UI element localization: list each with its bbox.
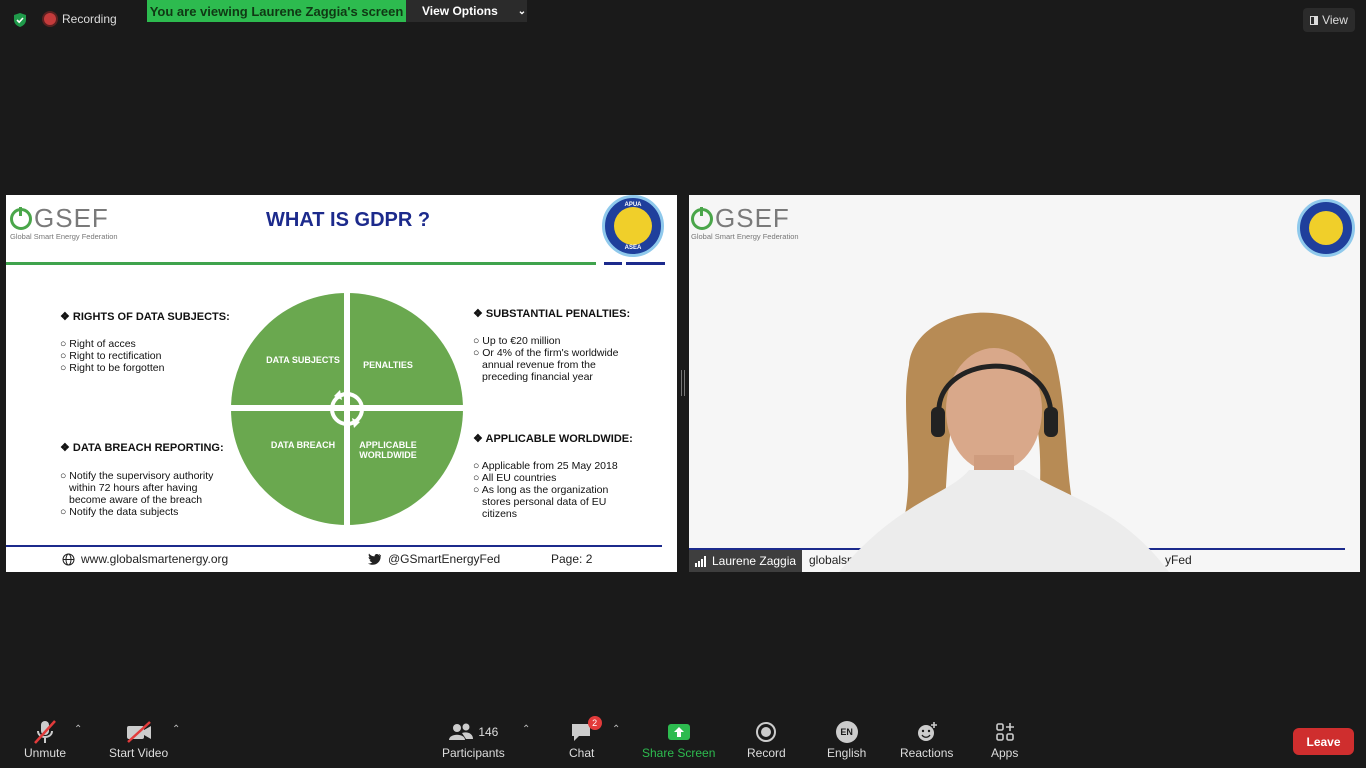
record-icon [756,722,777,742]
rights-heading: ❖ RIGHTS OF DATA SUBJECTS: [60,311,230,323]
share-screen-icon [667,724,690,740]
record-label: Record [747,746,786,760]
unmute-button[interactable]: Unmute [24,718,66,760]
participants-label: Participants [442,746,505,760]
split-resize-handle[interactable] [681,370,685,396]
smiley-plus-icon [917,722,937,741]
quadrant-data-breach: DATA BREACH [270,440,336,450]
view-button[interactable]: View [1303,8,1355,32]
chat-button[interactable]: 2 Chat [569,716,602,760]
gsef-logo: GSEF Global Smart Energy Federation [691,203,799,241]
chat-unread-badge: 2 [587,716,602,730]
footer-page-number: Page: 2 [551,552,593,566]
gdpr-circle-diagram: DATA SUBJECTS PENALTIES DATA BREACH APPL… [230,292,464,526]
footer-line [6,545,662,547]
title-underline-blue [604,262,622,265]
participant-video-tile[interactable]: GSEF Global Smart Energy Federation glob… [689,195,1360,572]
worldwide-list: ○ Applicable from 25 May 2018 ○ All EU c… [473,460,628,520]
list-item: ○ Right to be forgotten [60,362,165,374]
slide-title: WHAT IS GDPR ? [266,209,431,231]
penalties-heading: ❖ SUBSTANTIAL PENALTIES: [473,308,631,320]
power-icon [691,206,713,230]
language-globe-icon: EN [835,721,858,743]
gdpr-circle-graphic [230,292,464,526]
quadrant-penalties: PENALTIES [363,360,413,370]
list-item: ○ As long as the organization stores per… [473,484,609,520]
globe-icon [62,553,75,565]
security-shield-icon[interactable] [12,12,28,28]
start-video-label: Start Video [109,746,169,760]
layout-icon [1310,15,1319,25]
apps-button[interactable]: Apps [991,718,1018,760]
recording-indicator[interactable]: Recording [44,12,117,26]
worldwide-heading: ❖ APPLICABLE WORLDWIDE: [473,433,633,445]
apua-asea-badge [1297,199,1355,257]
chat-label: Chat [569,746,595,760]
gsef-logo: GSEF Global Smart Energy Federation [10,203,118,241]
apps-grid-icon [995,723,1014,741]
shared-screen[interactable]: GSEF Global Smart Energy Federation WHAT… [6,195,677,572]
list-item: ○ Right of acces [60,338,136,350]
participants-icon [449,723,474,740]
list-item: ○ Notify the supervisory authority withi… [60,470,214,506]
list-item: ○ Applicable from 25 May 2018 [473,460,618,472]
chevron-down-icon: ⌄ [517,5,527,17]
video-options-caret-icon[interactable]: ⌃ [172,724,180,735]
participant-camera-image [839,312,1169,572]
apua-asea-badge: APUA APUA ASEA [602,195,664,257]
power-icon [10,206,32,230]
recording-dot-icon [44,13,56,25]
breach-list: ○ Notify the supervisory authority withi… [60,470,230,518]
breach-heading: ❖ DATA BREACH REPORTING: [60,442,224,454]
share-screen-button[interactable]: Share Screen [642,718,715,760]
reactions-label: Reactions [900,746,954,760]
title-underline-green [6,262,596,265]
viewing-screen-banner: You are viewing Laurene Zaggia's screen [147,0,406,22]
list-item: ○ All EU countries [473,472,557,484]
microphone-muted-icon [34,720,56,744]
share-screen-label: Share Screen [642,746,716,760]
language-button[interactable]: EN English [827,718,866,760]
leave-button[interactable]: Leave [1293,728,1354,755]
chat-options-caret-icon[interactable]: ⌃ [612,724,620,735]
title-underline-blue [626,262,665,265]
participants-button[interactable]: 146 Participants [442,718,505,760]
quadrant-data-subjects: DATA SUBJECTS [266,355,340,365]
language-label: English [827,746,867,760]
participants-count: 146 [478,725,499,739]
signal-strength-icon [695,555,706,567]
quadrant-applicable-worldwide: APPLICABLE WORLDWIDE [359,440,417,460]
participant-name-bar: Laurene Zaggia [689,550,803,572]
unmute-label: Unmute [24,746,67,760]
reactions-button[interactable]: Reactions [900,718,953,760]
start-video-button[interactable]: Start Video [109,718,168,760]
twitter-icon [368,553,382,565]
camera-off-icon [126,721,151,743]
recording-label: Recording [62,12,117,26]
footer-twitter: @GSmartEnergyFed [368,552,500,566]
record-button[interactable]: Record [747,718,786,760]
footer-website: www.globalsmartenergy.org [62,552,228,566]
rights-list: ○ Right of acces ○ Right to rectificatio… [60,338,220,374]
list-item: ○ Notify the data subjects [60,506,179,518]
list-item: ○ Right to rectification [60,350,162,362]
list-item: ○ Or 4% of the firm's worldwide annual r… [473,347,619,383]
view-options-label: View Options [422,4,498,18]
view-label: View [1322,13,1348,27]
participant-name: Laurene Zaggia [712,554,797,568]
footer-partial-text: yFed [1165,553,1192,567]
participants-options-caret-icon[interactable]: ⌃ [522,724,530,735]
audio-options-caret-icon[interactable]: ⌃ [74,724,82,735]
penalties-list: ○ Up to €20 million ○ Or 4% of the firm'… [473,335,638,383]
list-item: ○ Up to €20 million [473,335,561,347]
view-options-button[interactable]: View Options ⌄ [406,0,527,22]
apps-label: Apps [991,746,1019,760]
